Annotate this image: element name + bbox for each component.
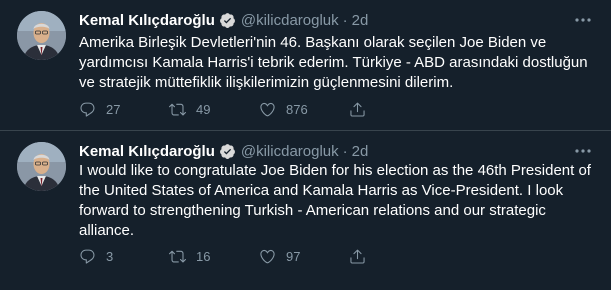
author-name[interactable]: Kemal Kılıçdaroğlu — [79, 12, 215, 29]
share-button[interactable] — [349, 100, 389, 118]
more-options-icon[interactable] — [573, 143, 593, 159]
reply-button[interactable]: 3 — [79, 247, 169, 265]
author-handle[interactable]: @kilicdarogluk — [241, 12, 339, 29]
like-count: 876 — [286, 101, 308, 117]
share-icon — [350, 102, 365, 117]
avatar[interactable] — [17, 142, 66, 191]
like-count: 97 — [286, 248, 301, 264]
timestamp[interactable]: 2d — [352, 12, 369, 29]
retweet-icon — [169, 250, 186, 262]
separator-dot: · — [342, 11, 348, 29]
reply-icon — [80, 249, 95, 264]
tweet-text: Amerika Birleşik Devletleri'nin 46. Başk… — [79, 34, 588, 91]
reply-count: 27 — [106, 101, 121, 117]
like-button[interactable]: 97 — [259, 247, 349, 265]
retweet-count: 16 — [196, 248, 211, 264]
verified-badge-icon — [219, 12, 236, 29]
timestamp[interactable]: 2d — [352, 143, 369, 160]
retweet-button[interactable]: 49 — [169, 100, 259, 118]
verified-badge-icon — [219, 143, 236, 160]
like-button[interactable]: 876 — [259, 100, 349, 118]
tweet[interactable]: Kemal Kılıçdaroğlu @kilicdarogluk · 2d A… — [0, 0, 611, 131]
retweet-count: 49 — [196, 101, 211, 117]
more-options-icon[interactable] — [573, 12, 593, 28]
reply-count: 3 — [106, 248, 114, 264]
tweet-header: Kemal Kılıçdaroğlu @kilicdarogluk · 2d — [79, 141, 368, 161]
like-icon — [260, 249, 275, 263]
retweet-icon — [169, 103, 186, 115]
reply-button[interactable]: 27 — [79, 100, 169, 118]
like-icon — [260, 102, 275, 116]
tweet-header: Kemal Kılıçdaroğlu @kilicdarogluk · 2d — [79, 10, 368, 30]
author-name[interactable]: Kemal Kılıçdaroğlu — [79, 143, 215, 160]
share-icon — [350, 249, 365, 264]
tweet-actions: 3 16 97 — [79, 247, 389, 265]
avatar[interactable] — [17, 11, 66, 60]
tweet-actions: 27 49 876 — [79, 100, 389, 118]
tweet[interactable]: Kemal Kılıçdaroğlu @kilicdarogluk · 2d I… — [0, 131, 611, 290]
share-button[interactable] — [349, 247, 389, 265]
separator-dot: · — [342, 142, 348, 160]
author-handle[interactable]: @kilicdarogluk — [241, 143, 339, 160]
retweet-button[interactable]: 16 — [169, 247, 259, 265]
reply-icon — [80, 102, 95, 117]
tweet-text: I would like to congratulate Joe Biden f… — [79, 162, 591, 239]
